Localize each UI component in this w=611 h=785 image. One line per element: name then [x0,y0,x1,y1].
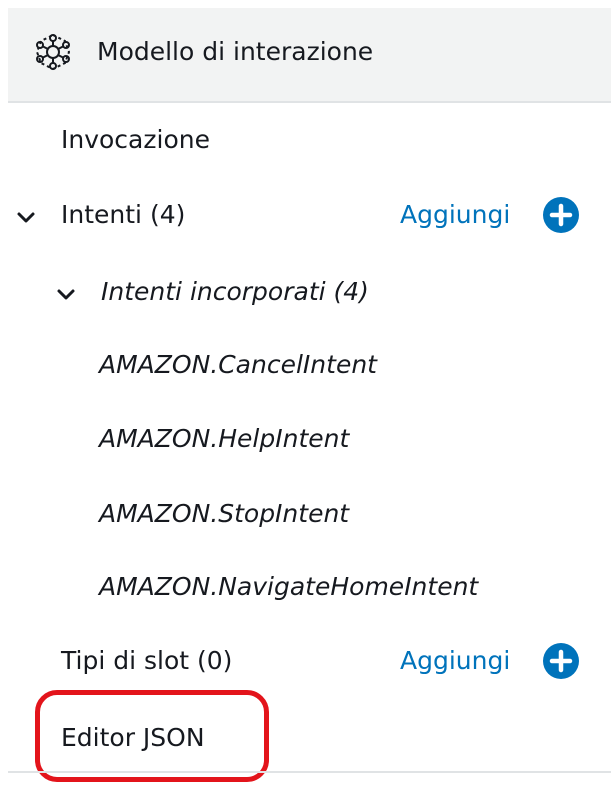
chevron-down-icon[interactable] [15,207,37,229]
intent-item-navigate-home[interactable]: AMAZON.NavigateHomeIntent [0,557,611,617]
sidebar-item-builtin-intents[interactable]: Intenti incorporati (4) [0,262,611,322]
sidebar-item-invocation[interactable]: Invocazione [0,110,611,170]
sidebar-item-intents[interactable]: Intenti (4) Aggiungi [0,185,611,245]
add-intent-link[interactable]: Aggiungi [400,185,510,245]
intent-item-label: AMAZON.HelpIntent [99,424,350,453]
add-slot-type-link[interactable]: Aggiungi [400,631,510,691]
sidebar-item-label: Invocazione [61,125,210,154]
add-intent-icon[interactable] [542,196,580,234]
interaction-model-header[interactable]: Modello di interazione [8,8,611,103]
add-slot-type-icon[interactable] [542,642,580,680]
intent-item-label: AMAZON.NavigateHomeIntent [99,572,479,601]
interaction-model-panel: Modello di interazione Invocazione Inten… [0,0,611,785]
intent-item-stop[interactable]: AMAZON.StopIntent [0,484,611,544]
interaction-model-icon [35,33,71,71]
sidebar-item-label: Intenti incorporati (4) [101,277,369,306]
sidebar-item-label: Tipi di slot (0) [61,646,233,675]
chevron-down-icon[interactable] [55,284,77,306]
intent-item-help[interactable]: AMAZON.HelpIntent [0,409,611,469]
divider [8,771,611,773]
sidebar-item-label: Intenti (4) [61,200,186,229]
page-title: Modello di interazione [97,37,374,66]
intent-item-cancel[interactable]: AMAZON.CancelIntent [0,335,611,395]
intent-item-label: AMAZON.CancelIntent [99,350,377,379]
intent-item-label: AMAZON.StopIntent [99,499,350,528]
highlight-annotation [35,690,269,782]
sidebar-item-slot-types[interactable]: Tipi di slot (0) Aggiungi [0,631,611,691]
